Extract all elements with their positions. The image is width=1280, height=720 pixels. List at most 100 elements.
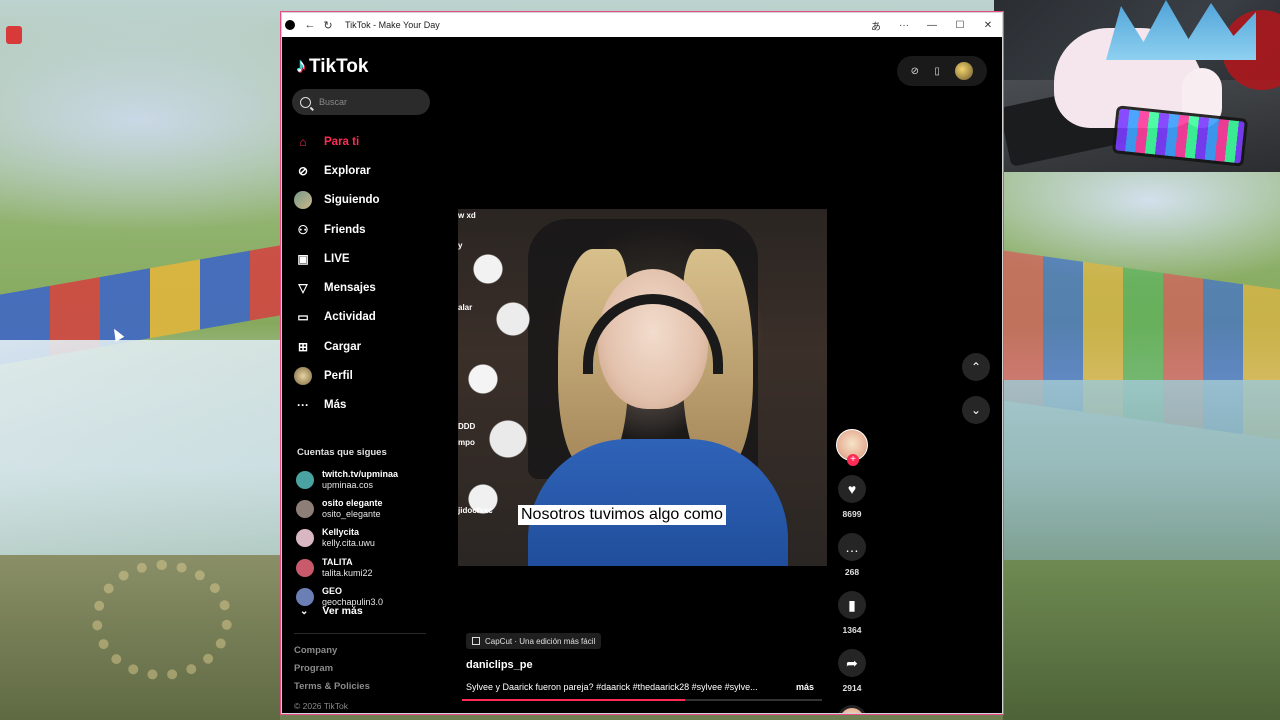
- save-action[interactable]: ▮ 1364: [834, 591, 870, 635]
- inbox-icon: ▭: [297, 310, 309, 325]
- account-username: upminaa.cos: [322, 479, 374, 490]
- video-player[interactable]: w xd y alar DDD mpo jidocfvxc Nosotros t…: [458, 209, 827, 566]
- sidebar-item-para-ti[interactable]: ⌂ Para ti: [294, 127, 434, 156]
- sidebar-item-actividad[interactable]: ▭ Actividad: [294, 303, 434, 332]
- sidebar-item-siguiendo[interactable]: Siguiendo: [294, 186, 434, 215]
- sidebar-item-label: Actividad: [324, 311, 376, 324]
- chevron-down-icon: ⌄: [300, 605, 309, 617]
- sidebar-item-label: Explorar: [324, 164, 371, 177]
- mobile-icon[interactable]: ▯: [934, 66, 940, 77]
- background-emblem: [92, 560, 232, 680]
- account-name: TALITA: [322, 556, 353, 567]
- following-section-title: Cuentas que sigues: [297, 447, 387, 458]
- tiktok-logo[interactable]: ♪ TikTok: [296, 55, 368, 78]
- share-icon[interactable]: ➦: [838, 649, 866, 677]
- sidebar-item-friends[interactable]: ⚇ Friends: [294, 215, 434, 244]
- music-disc[interactable]: [837, 705, 867, 713]
- tiktok-content: ♪ TikTok ⌂ Para ti ⊘ Explorar Siguiendo …: [282, 37, 1002, 713]
- video-actions: + ♥ 8699 … 268 ▮ 1364 ➦ 2914: [834, 429, 870, 713]
- sidebar-item-cargar[interactable]: ⊞ Cargar: [294, 332, 434, 361]
- sidebar-item-label: Siguiendo: [324, 194, 380, 207]
- sidebar-item-perfil[interactable]: Perfil: [294, 361, 434, 390]
- live-icon: ▣: [297, 251, 309, 266]
- reload-icon[interactable]: ↻: [319, 19, 337, 32]
- back-arrow-icon[interactable]: ←: [301, 19, 319, 31]
- comment-action[interactable]: … 268: [834, 533, 870, 577]
- copyright-text: © 2026 TikTok: [294, 701, 348, 711]
- sidebar-item-live[interactable]: ▣ LIVE: [294, 244, 434, 273]
- maximize-button[interactable]: ☐: [946, 20, 974, 31]
- sidebar-nav: ⌂ Para ti ⊘ Explorar Siguiendo ⚇ Friends…: [294, 127, 434, 420]
- more-link[interactable]: más: [796, 682, 814, 692]
- avatar: [296, 529, 314, 548]
- chevron-up-icon[interactable]: ⌃: [962, 353, 990, 381]
- sidebar-item-label: Mensajes: [324, 282, 376, 295]
- sidebar-item-label: Para ti: [324, 135, 360, 148]
- following-account[interactable]: twitch.tv/upminaa upminaa.cos: [296, 465, 436, 494]
- bookmark-icon[interactable]: ▮: [838, 591, 866, 619]
- creator-avatar[interactable]: +: [836, 429, 868, 466]
- tiktok-note-icon: ♪: [296, 55, 306, 77]
- following-account[interactable]: TALITA talita.kumi22: [296, 553, 436, 582]
- translate-icon[interactable]: あ: [862, 18, 890, 33]
- capcut-label: CapCut · Una edición más fácil: [485, 636, 596, 646]
- compass-icon[interactable]: ⊘: [911, 66, 919, 77]
- profile-avatar[interactable]: [955, 62, 974, 80]
- profile-avatar-icon: [294, 367, 312, 386]
- footer-link-terms[interactable]: Terms & Policies: [294, 681, 370, 699]
- heart-icon[interactable]: ♥: [838, 475, 866, 503]
- following-list: twitch.tv/upminaa upminaa.cos osito elega…: [296, 465, 436, 611]
- avatar: [296, 470, 314, 489]
- close-button[interactable]: ✕: [974, 20, 1002, 31]
- webcam-overlay: [994, 0, 1280, 172]
- overlay-app-icon[interactable]: [6, 26, 22, 44]
- following-account[interactable]: Kellycita kelly.cita.uwu: [296, 524, 436, 553]
- following-account[interactable]: osito elegante osito_elegante: [296, 494, 436, 523]
- footer-link-program[interactable]: Program: [294, 663, 370, 681]
- more-icon: ···: [297, 398, 309, 413]
- follow-plus-icon[interactable]: +: [847, 454, 859, 466]
- account-username: osito_elegante: [322, 508, 381, 519]
- account-name: Kellycita: [322, 527, 360, 538]
- background-water-left: [0, 340, 280, 560]
- video-side-text: mpo: [458, 438, 475, 447]
- upload-icon: ⊞: [297, 339, 309, 354]
- avatar: [296, 499, 314, 518]
- footer-link-company[interactable]: Company: [294, 645, 370, 663]
- window-titlebar: ← ↻ TikTok - Make Your Day あ ··· — ☐ ✕: [282, 13, 1002, 37]
- share-action[interactable]: ➦ 2914: [834, 649, 870, 693]
- video-caption: Nosotros tuvimos algo como: [518, 505, 726, 525]
- see-more-label: Ver más: [322, 605, 363, 617]
- sidebar-item-label: Más: [324, 399, 347, 412]
- search-input[interactable]: [319, 97, 419, 107]
- chevron-down-icon[interactable]: ⌄: [962, 396, 990, 424]
- save-count: 1364: [842, 625, 862, 635]
- sidebar-item-label: Perfil: [324, 370, 353, 383]
- see-more-button[interactable]: ⌄ Ver más: [300, 605, 363, 617]
- post-description-text: Sylvee y Daarick fueron pareja? #daarick…: [466, 682, 758, 692]
- comment-icon[interactable]: …: [838, 533, 866, 561]
- account-name: twitch.tv/upminaa: [322, 468, 399, 479]
- search-box[interactable]: [292, 89, 430, 115]
- minimize-button[interactable]: —: [918, 20, 946, 31]
- tiktok-app-icon: [285, 20, 295, 30]
- top-tools: ⊘ ▯: [897, 56, 987, 86]
- video-side-text: jidocfvxc: [458, 506, 493, 515]
- video-progress-bar[interactable]: [462, 699, 822, 701]
- avatar: [296, 558, 314, 577]
- video-side-text: DDD: [458, 422, 476, 431]
- footer-links: Company Program Terms & Policies: [294, 645, 370, 699]
- account-username: talita.kumi22: [322, 567, 373, 578]
- sidebar-item-explorar[interactable]: ⊘ Explorar: [294, 156, 434, 185]
- tiktok-logo-text: TikTok: [309, 55, 369, 77]
- video-progress-fill: [462, 699, 686, 701]
- capcut-badge[interactable]: CapCut · Una edición más fácil: [466, 633, 602, 649]
- post-username[interactable]: daniclips_pe: [466, 659, 533, 671]
- sidebar-item-mas[interactable]: ··· Más: [294, 391, 434, 420]
- search-icon: [300, 96, 311, 108]
- home-icon: ⌂: [299, 134, 307, 149]
- video-navigation: ⌃ ⌄: [962, 353, 990, 439]
- like-action[interactable]: ♥ 8699: [834, 475, 870, 519]
- sidebar-item-mensajes[interactable]: ▽ Mensajes: [294, 273, 434, 302]
- more-options-icon[interactable]: ···: [890, 20, 918, 31]
